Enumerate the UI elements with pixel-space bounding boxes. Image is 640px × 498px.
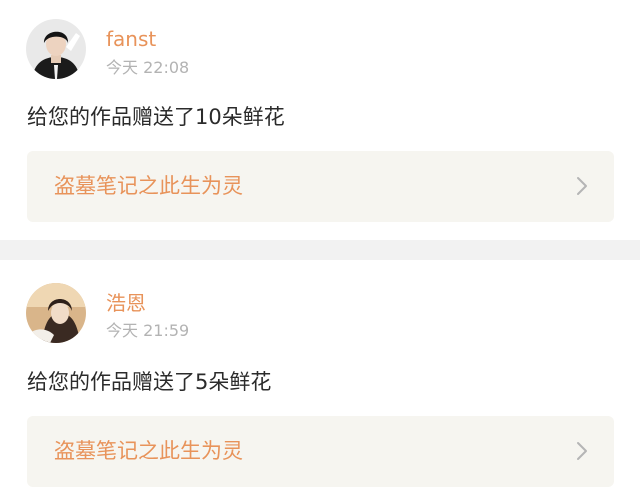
username[interactable]: 浩恩 bbox=[106, 291, 146, 315]
work-link-card[interactable]: 盗墓笔记之此生为灵 bbox=[27, 151, 614, 222]
section-divider bbox=[0, 240, 640, 260]
notification-message: 给您的作品赠送了5朵鲜花 bbox=[27, 370, 272, 394]
chevron-right-icon bbox=[577, 442, 587, 460]
notification-item: fanst 今天 22:08 给您的作品赠送了10朵鲜花 盗墓笔记之此生为灵 bbox=[0, 0, 640, 240]
timestamp: 今天 22:08 bbox=[106, 58, 190, 77]
notification-message: 给您的作品赠送了10朵鲜花 bbox=[27, 105, 285, 129]
work-title: 盗墓笔记之此生为灵 bbox=[54, 439, 243, 463]
avatar[interactable] bbox=[26, 19, 86, 79]
chevron-right-icon bbox=[577, 177, 587, 195]
notification-item: 浩恩 今天 21:59 给您的作品赠送了5朵鲜花 盗墓笔记之此生为灵 bbox=[0, 260, 640, 498]
work-link-card[interactable]: 盗墓笔记之此生为灵 bbox=[27, 416, 614, 487]
timestamp: 今天 21:59 bbox=[106, 321, 190, 340]
username[interactable]: fanst bbox=[106, 27, 156, 51]
work-title: 盗墓笔记之此生为灵 bbox=[54, 174, 243, 198]
avatar[interactable] bbox=[26, 283, 86, 343]
notification-feed: fanst 今天 22:08 给您的作品赠送了10朵鲜花 盗墓笔记之此生为灵 浩… bbox=[0, 0, 640, 498]
